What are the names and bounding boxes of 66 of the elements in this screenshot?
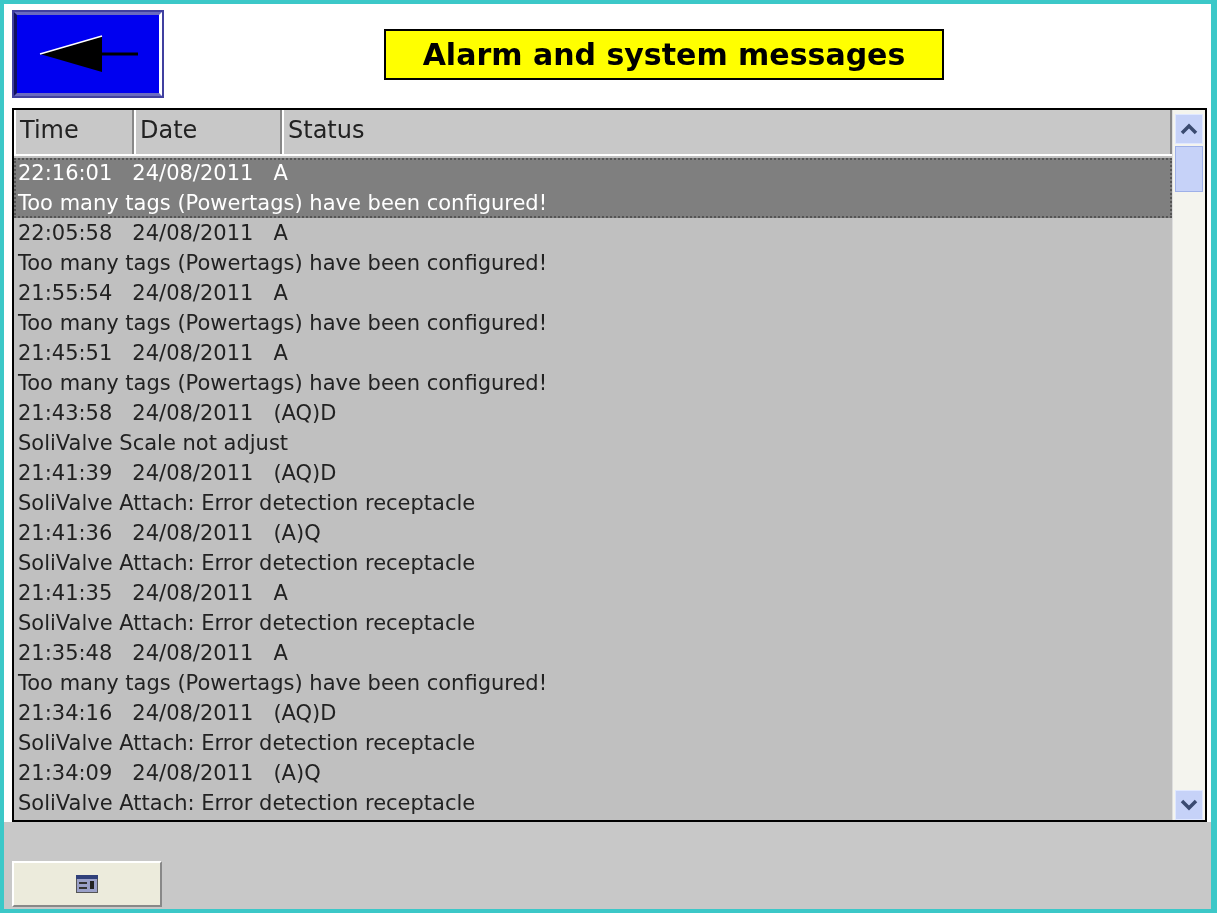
message-time: 21:55:54 <box>18 281 113 305</box>
message-status: (AQ)D <box>273 461 337 485</box>
scroll-down-button[interactable] <box>1175 790 1203 820</box>
down-chevron-icon <box>1180 799 1198 811</box>
message-time: 22:05:58 <box>18 221 113 245</box>
message-text: SoliValve Attach: Error detection receptacle <box>18 551 476 575</box>
message-status: (AQ)D <box>273 701 337 725</box>
column-header[interactable]: Time <box>14 110 134 154</box>
info-icon <box>76 875 98 893</box>
message-status: (A)Q <box>273 761 321 785</box>
scrollbar-thumb[interactable] <box>1175 146 1203 192</box>
message-status: A <box>273 341 288 365</box>
message-row[interactable]: 22:05:58 24/08/2011 A Too many tags (Powertags) have been configured! <box>14 218 1172 278</box>
column-header[interactable]: Date <box>134 110 282 154</box>
message-text: Too many tags (Powertags) have been configured! <box>18 311 548 335</box>
message-time: 21:41:35 <box>18 581 113 605</box>
message-time: 21:41:39 <box>18 461 113 485</box>
message-text: SoliValve Attach: Error detection receptacle <box>18 731 476 755</box>
message-time: 21:45:51 <box>18 341 113 365</box>
message-date: 24/08/2011 <box>132 521 254 545</box>
message-status: A <box>273 581 288 605</box>
message-date: 24/08/2011 <box>132 761 254 785</box>
message-date: 24/08/2011 <box>132 221 254 245</box>
message-date: 24/08/2011 <box>132 341 254 365</box>
message-row[interactable]: 21:34:16 24/08/2011 (AQ)D SoliValve Attach: Error detection receptacle <box>14 698 1172 758</box>
message-row[interactable]: 21:55:54 24/08/2011 A Too many tags (Powertags) have been configured! <box>14 278 1172 338</box>
message-text: Too many tags (Powertags) have been configured! <box>18 251 548 275</box>
message-row[interactable]: 21:41:36 24/08/2011 (A)Q SoliValve Attach: Error detection receptacle <box>14 518 1172 578</box>
message-text: SoliValve Attach: Error detection receptacle <box>18 791 476 815</box>
message-text: Too many tags (Powertags) have been configured! <box>18 371 548 395</box>
message-status: (A)Q <box>273 521 321 545</box>
message-row[interactable]: 21:45:51 24/08/2011 A Too many tags (Powertags) have been configured! <box>14 338 1172 398</box>
message-status: (AQ)D <box>273 401 337 425</box>
message-row[interactable]: 21:41:39 24/08/2011 (AQ)D SoliValve Attach: Error detection receptacle <box>14 458 1172 518</box>
message-text: SoliValve Attach: Error detection receptacle <box>18 611 476 635</box>
message-time: 21:41:36 <box>18 521 113 545</box>
message-text: SoliValve Scale not adjust <box>18 431 289 455</box>
scroll-up-button[interactable] <box>1175 114 1203 144</box>
message-time: 22:16:01 <box>18 161 113 185</box>
message-date: 24/08/2011 <box>132 581 254 605</box>
message-date: 24/08/2011 <box>132 701 254 725</box>
message-status: A <box>273 641 288 665</box>
message-date: 24/08/2011 <box>132 461 254 485</box>
message-row[interactable]: 21:35:48 24/08/2011 A Too many tags (Powertags) have been configured! <box>14 638 1172 698</box>
message-text: Too many tags (Powertags) have been configured! <box>18 191 548 215</box>
page-title: Alarm and system messages <box>384 28 944 80</box>
message-date: 24/08/2011 <box>132 161 254 185</box>
message-status: A <box>273 161 288 185</box>
message-text: Too many tags (Powertags) have been configured! <box>18 671 548 695</box>
message-time: 21:35:48 <box>18 641 113 665</box>
message-time: 21:34:16 <box>18 701 113 725</box>
toolbar-button[interactable] <box>12 861 162 907</box>
message-date: 24/08/2011 <box>132 281 254 305</box>
message-row[interactable]: 21:43:58 24/08/2011 (AQ)D SoliValve Scale not adjust <box>14 398 1172 458</box>
message-text: SoliValve Attach: Error detection receptacle <box>18 491 476 515</box>
message-date: 24/08/2011 <box>132 641 254 665</box>
message-row[interactable]: 21:41:35 24/08/2011 A SoliValve Attach: Error detection receptacle <box>14 578 1172 638</box>
up-chevron-icon <box>1180 123 1198 135</box>
message-date: 24/08/2011 <box>132 401 254 425</box>
message-row[interactable]: 21:34:09 24/08/2011 (A)Q SoliValve Attach: Error detection receptacle <box>14 758 1172 818</box>
back-button[interactable] <box>14 12 162 96</box>
message-status: A <box>273 221 288 245</box>
message-row[interactable]: 22:16:01 24/08/2011 A Too many tags (Powertags) have been configured! <box>14 158 1172 218</box>
message-status: A <box>273 281 288 305</box>
message-time: 21:34:09 <box>18 761 113 785</box>
message-time: 21:43:58 <box>18 401 113 425</box>
